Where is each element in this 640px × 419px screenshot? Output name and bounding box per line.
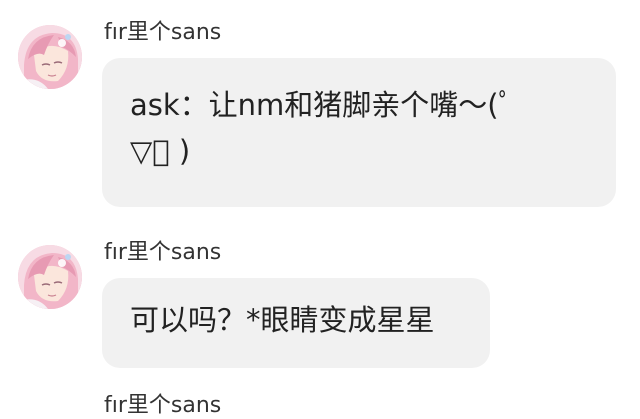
message-bubble[interactable]: ask：让nm和猪脚亲个嘴～(ﾟ ▽ﾟ ) bbox=[102, 58, 616, 207]
message-text-line: ▽ﾟ ) bbox=[130, 134, 191, 168]
avatar[interactable] bbox=[18, 245, 82, 309]
sender-name: fır里个sans bbox=[104, 240, 222, 265]
anime-avatar-icon bbox=[18, 25, 82, 89]
chat-thread: fır里个sans ask：让nm和猪脚亲个嘴～(ﾟ ▽ﾟ ) fır里个san… bbox=[0, 0, 640, 418]
sender-name: fır里个sans bbox=[104, 393, 222, 418]
avatar[interactable] bbox=[18, 25, 82, 89]
anime-avatar-icon bbox=[18, 245, 82, 309]
message-bubble[interactable]: 可以吗？*眼睛变成星星 bbox=[102, 278, 490, 368]
message-text-line: 可以吗？*眼睛变成星星 bbox=[130, 303, 435, 337]
sender-name: fır里个sans bbox=[104, 20, 222, 45]
message-text-line: ask：让nm和猪脚亲个嘴～(ﾟ bbox=[130, 88, 514, 122]
